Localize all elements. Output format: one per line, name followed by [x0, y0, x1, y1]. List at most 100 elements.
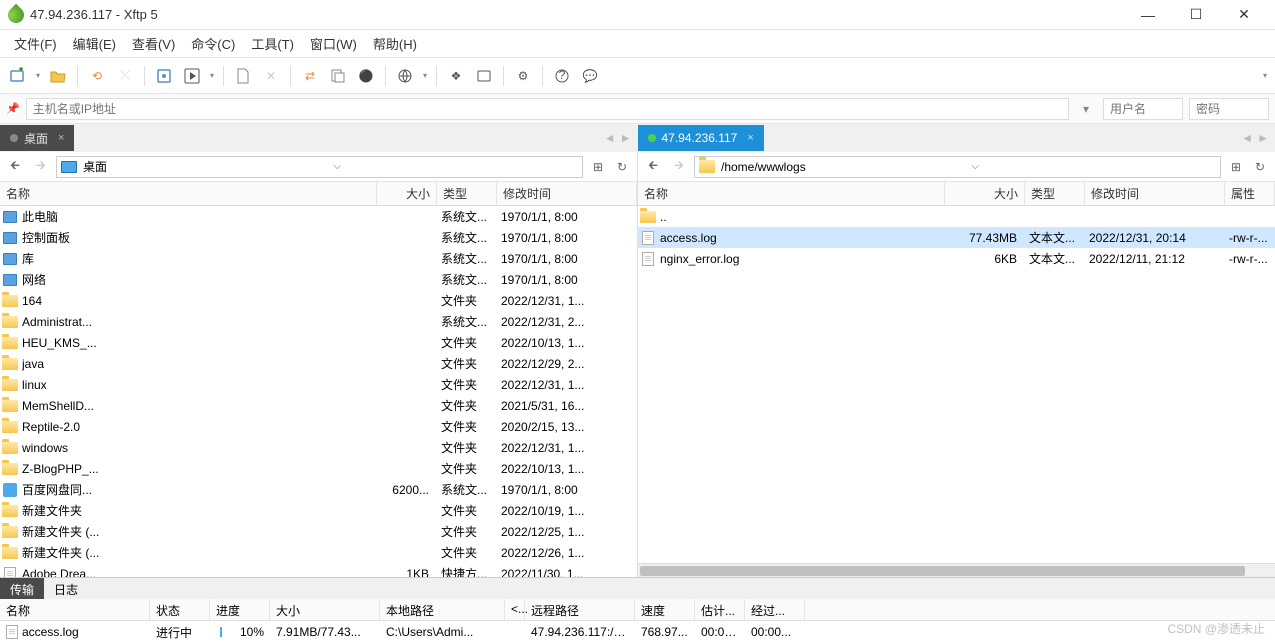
delete-button[interactable]: ✕ [259, 64, 283, 88]
col-size[interactable]: 大小 [945, 182, 1025, 205]
reconnect-button[interactable]: ⟲ [85, 64, 109, 88]
menu-command[interactable]: 命令(C) [183, 30, 243, 57]
col-name[interactable]: 名称 [0, 182, 377, 205]
refresh-button[interactable]: ↻ [611, 156, 633, 178]
col-type[interactable]: 类型 [1025, 182, 1085, 205]
open-button[interactable] [46, 64, 70, 88]
col-date[interactable]: 修改时间 [497, 182, 637, 205]
col-size[interactable]: 大小 [377, 182, 437, 205]
tab-transfer[interactable]: 传输 [0, 578, 44, 599]
file-row[interactable]: Adobe Drea...1KB快捷方...2022/11/30, 1... [0, 563, 637, 577]
file-row[interactable]: 库系统文...1970/1/1, 8:00 [0, 248, 637, 269]
col-type[interactable]: 类型 [437, 182, 497, 205]
file-row[interactable]: .. [638, 206, 1275, 227]
host-input[interactable] [26, 98, 1069, 120]
new-session-dropdown[interactable]: ▾ [34, 71, 42, 80]
disconnect-button[interactable]: ⤫ [113, 64, 137, 88]
new-session-button[interactable] [6, 64, 30, 88]
col-attr[interactable]: 属性 [1225, 182, 1275, 205]
tab-desktop[interactable]: 桌面 × [0, 125, 74, 151]
file-row[interactable]: linux文件夹2022/12/31, 1... [0, 374, 637, 395]
local-path-combo[interactable]: 桌面 ⌵ [56, 156, 583, 178]
file-row[interactable]: java文件夹2022/12/29, 2... [0, 353, 637, 374]
back-button[interactable]: 🡰 [4, 156, 26, 178]
host-dropdown[interactable]: ▾ [1075, 102, 1097, 116]
tab-close-icon[interactable]: × [747, 132, 753, 144]
file-row[interactable]: 新建文件夹 (...文件夹2022/12/25, 1... [0, 521, 637, 542]
tab-next[interactable]: ► [1257, 131, 1269, 145]
password-input[interactable] [1189, 98, 1269, 120]
file-row[interactable]: 新建文件夹文件夹2022/10/19, 1... [0, 500, 637, 521]
username-input[interactable] [1103, 98, 1183, 120]
th-name[interactable]: 名称 [0, 599, 150, 620]
menu-tools[interactable]: 工具(T) [243, 30, 302, 57]
copy-button[interactable] [326, 64, 350, 88]
maximize-button[interactable]: ☐ [1173, 0, 1219, 30]
view-button[interactable]: ⊞ [1225, 156, 1247, 178]
toolbar-overflow[interactable]: ▾ [1261, 71, 1269, 80]
file-row[interactable]: Z-BlogPHP_...文件夹2022/10/13, 1... [0, 458, 637, 479]
file-row[interactable]: 新建文件夹 (...文件夹2022/12/26, 1... [0, 542, 637, 563]
file-row[interactable]: nginx_error.log6KB文本文...2022/12/11, 21:1… [638, 248, 1275, 269]
tab-next[interactable]: ► [620, 131, 632, 145]
forward-button[interactable]: 🡲 [30, 156, 52, 178]
globe-button[interactable] [393, 64, 417, 88]
file-row[interactable]: HEU_KMS_...文件夹2022/10/13, 1... [0, 332, 637, 353]
horizontal-scrollbar[interactable] [638, 563, 1275, 577]
tab-remote[interactable]: 47.94.236.117 × [638, 125, 764, 151]
properties-button[interactable] [152, 64, 176, 88]
terminal-button[interactable]: ❖ [444, 64, 468, 88]
menu-file[interactable]: 文件(F) [6, 30, 65, 57]
menu-window[interactable]: 窗口(W) [302, 30, 365, 57]
col-name[interactable]: 名称 [638, 182, 945, 205]
menu-help[interactable]: 帮助(H) [365, 30, 425, 57]
th-remote[interactable]: 远程路径 [525, 599, 635, 620]
play-dropdown[interactable]: ▾ [208, 71, 216, 80]
globe-dropdown[interactable]: ▾ [421, 71, 429, 80]
play-button[interactable] [180, 64, 204, 88]
sync-button[interactable]: ⚫ [354, 64, 378, 88]
chevron-down-icon[interactable]: ⌵ [334, 161, 579, 172]
th-progress[interactable]: 进度 [210, 599, 270, 620]
pin-icon[interactable]: 📌 [6, 102, 20, 115]
help-button[interactable]: ? [550, 64, 574, 88]
file-row[interactable]: 网络系统文...1970/1/1, 8:00 [0, 269, 637, 290]
remote-path-combo[interactable]: /home/wwwlogs ⌵ [694, 156, 1221, 178]
th-arrow[interactable]: <... [505, 599, 525, 620]
file-row[interactable]: MemShellD...文件夹2021/5/31, 16... [0, 395, 637, 416]
new-file-button[interactable] [231, 64, 255, 88]
minimize-button[interactable]: ― [1125, 0, 1171, 30]
refresh-button[interactable]: ↻ [1249, 156, 1271, 178]
th-local[interactable]: 本地路径 [380, 599, 505, 620]
file-row[interactable]: windows文件夹2022/12/31, 1... [0, 437, 637, 458]
feedback-button[interactable]: 💬 [578, 64, 602, 88]
th-elapsed[interactable]: 经过... [745, 599, 805, 620]
th-status[interactable]: 状态 [150, 599, 210, 620]
remote-file-list[interactable]: ..access.log77.43MB文本文...2022/12/31, 20:… [638, 206, 1275, 563]
th-speed[interactable]: 速度 [635, 599, 695, 620]
tab-prev[interactable]: ◄ [604, 131, 616, 145]
menu-edit[interactable]: 编辑(E) [65, 30, 124, 57]
tab-close-icon[interactable]: × [58, 132, 64, 144]
close-button[interactable]: ✕ [1221, 0, 1267, 30]
file-row[interactable]: 控制面板系统文...1970/1/1, 8:00 [0, 227, 637, 248]
menu-view[interactable]: 查看(V) [124, 30, 183, 57]
editor-button[interactable] [472, 64, 496, 88]
tab-log[interactable]: 日志 [44, 578, 88, 599]
local-file-list[interactable]: 此电脑系统文...1970/1/1, 8:00控制面板系统文...1970/1/… [0, 206, 637, 577]
back-button[interactable]: 🡰 [642, 156, 664, 178]
transfer-left-button[interactable]: ⇄ [298, 64, 322, 88]
th-est[interactable]: 估计... [695, 599, 745, 620]
view-button[interactable]: ⊞ [587, 156, 609, 178]
th-size[interactable]: 大小 [270, 599, 380, 620]
file-row[interactable]: 百度网盘同...6200...系统文...1970/1/1, 8:00 [0, 479, 637, 500]
file-row[interactable]: access.log77.43MB文本文...2022/12/31, 20:14… [638, 227, 1275, 248]
file-row[interactable]: Administrat...系统文...2022/12/31, 2... [0, 311, 637, 332]
file-row[interactable]: 164文件夹2022/12/31, 1... [0, 290, 637, 311]
chevron-down-icon[interactable]: ⌵ [972, 161, 1217, 172]
col-date[interactable]: 修改时间 [1085, 182, 1225, 205]
transfer-row[interactable]: access.log 进行中 10% 7.91MB/77.43... C:\Us… [0, 621, 1275, 643]
file-row[interactable]: 此电脑系统文...1970/1/1, 8:00 [0, 206, 637, 227]
file-row[interactable]: Reptile-2.0文件夹2020/2/15, 13... [0, 416, 637, 437]
tab-prev[interactable]: ◄ [1241, 131, 1253, 145]
